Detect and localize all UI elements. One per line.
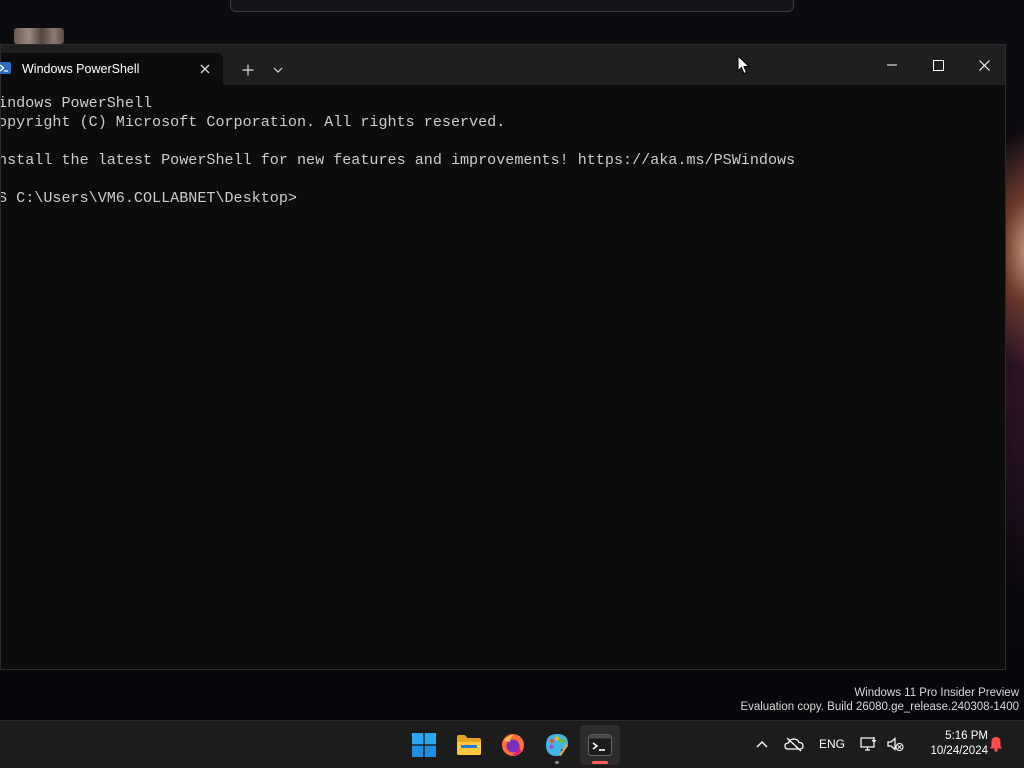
- watermark-line: Windows 11 Pro Insider Preview: [854, 687, 1019, 699]
- terminal-taskbar-button[interactable]: [580, 725, 620, 765]
- mouse-pointer-icon: [737, 55, 751, 75]
- new-tab-button[interactable]: [237, 59, 259, 81]
- terminal-line: Windows PowerShell: [1, 94, 153, 112]
- paint-button[interactable]: [537, 725, 577, 765]
- terminal-prompt: PS C:\Users\VM6.COLLABNET\Desktop>: [1, 189, 297, 207]
- terminal-icon: [588, 734, 612, 756]
- windows-logo-icon: [412, 733, 436, 757]
- language-indicator[interactable]: ENG: [814, 726, 850, 762]
- top-floating-bar: [230, 0, 794, 12]
- powershell-icon: [0, 62, 11, 74]
- running-indicator: [555, 761, 559, 764]
- clock-date: 10/24/2024: [930, 745, 988, 757]
- folder-icon: [457, 735, 481, 755]
- firefox-icon: [502, 734, 524, 756]
- terminal-window: Windows PowerShell Windows PowerShell Co…: [0, 44, 1006, 670]
- system-clock[interactable]: 5:16 PM 10/24/2024: [912, 726, 988, 762]
- firefox-button[interactable]: [493, 725, 533, 765]
- network-icon[interactable]: [858, 726, 880, 762]
- chevron-down-icon[interactable]: [267, 59, 289, 81]
- evaluation-watermark: Windows 11 Pro Insider Preview Evaluatio…: [740, 686, 1019, 714]
- terminal-line: Copyright (C) Microsoft Corporation. All…: [1, 113, 506, 131]
- title-bar[interactable]: Windows PowerShell: [0, 45, 1007, 85]
- volume-muted-icon[interactable]: [884, 726, 906, 762]
- notification-bell-icon[interactable]: [986, 726, 1006, 762]
- active-app-indicator: [592, 761, 608, 764]
- paint-palette-icon: [546, 734, 568, 756]
- close-tab-icon[interactable]: [197, 61, 213, 77]
- terminal-line: Install the latest PowerShell for new fe…: [1, 151, 796, 169]
- chevron-up-icon[interactable]: [752, 726, 772, 762]
- terminal-output[interactable]: Windows PowerShell Copyright (C) Microso…: [1, 85, 1005, 669]
- maximize-button[interactable]: [915, 51, 961, 79]
- start-button[interactable]: [404, 725, 444, 765]
- tab-windows-powershell[interactable]: Windows PowerShell: [0, 53, 223, 85]
- onedrive-offline-icon[interactable]: [782, 726, 806, 762]
- tab-title: Windows PowerShell: [22, 62, 140, 76]
- minimize-button[interactable]: [869, 51, 915, 79]
- watermark-line: Evaluation copy. Build 26080.ge_release.…: [740, 701, 1019, 713]
- file-explorer-button[interactable]: [449, 725, 489, 765]
- clock-time: 5:16 PM: [945, 730, 988, 742]
- desktop-thumbnail: [14, 28, 64, 44]
- close-window-button[interactable]: [961, 51, 1007, 79]
